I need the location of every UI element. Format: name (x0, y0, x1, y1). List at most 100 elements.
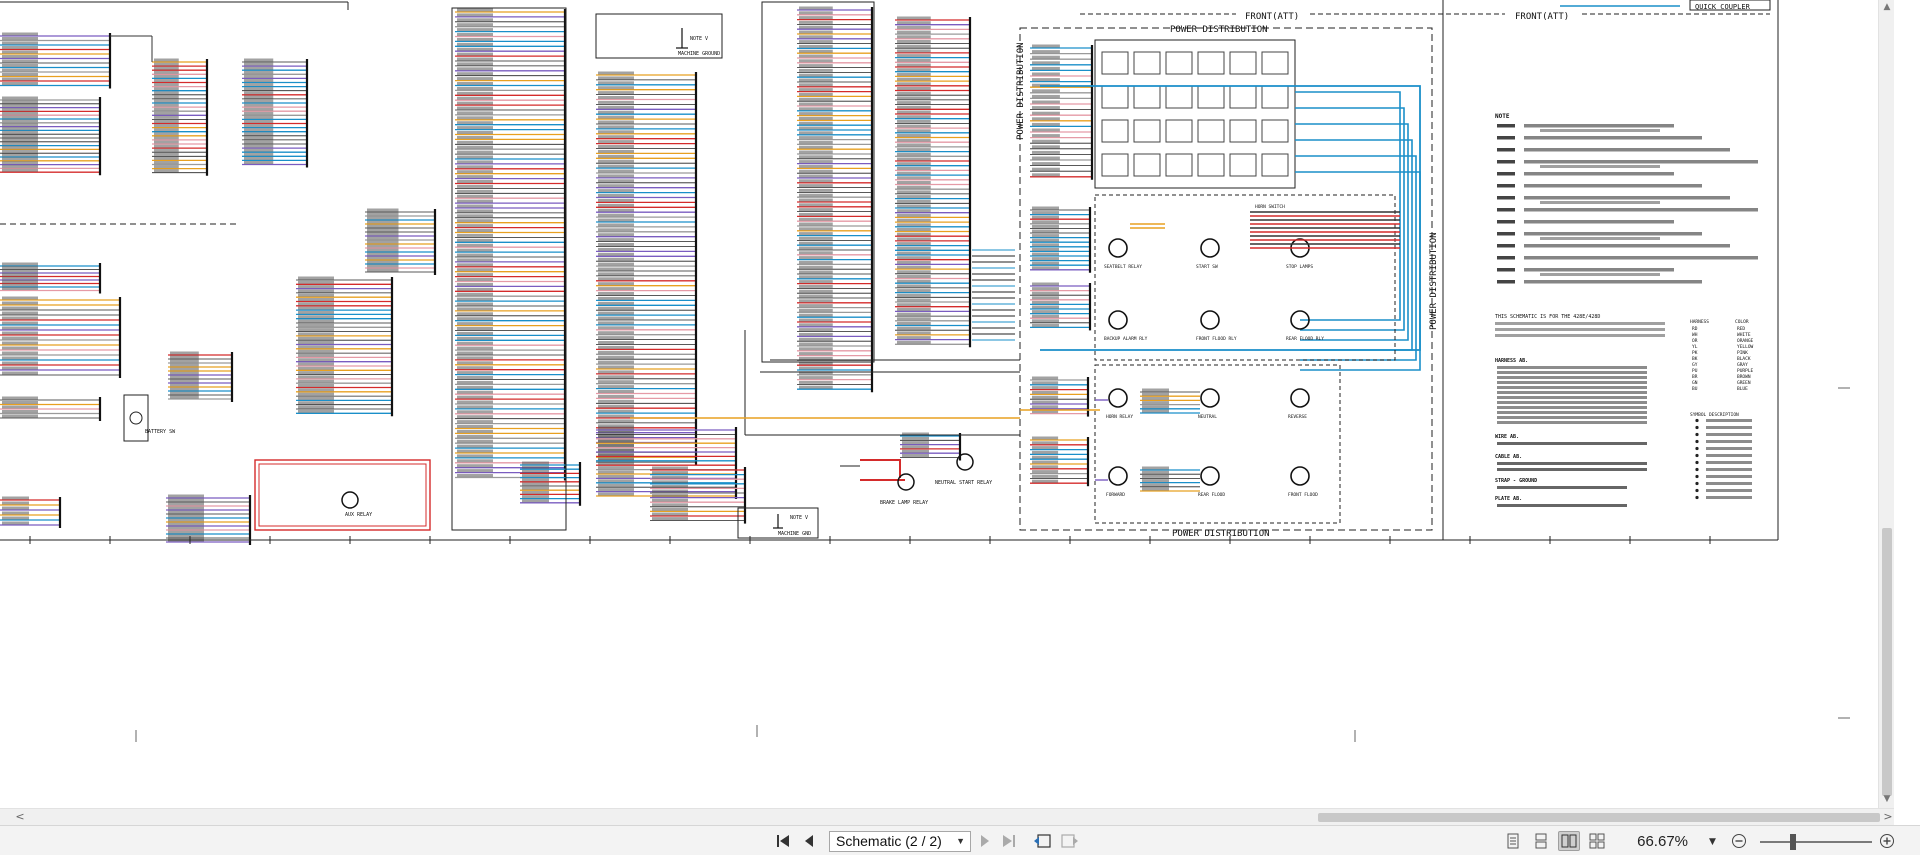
wire-tag (799, 217, 833, 221)
wire-tag (799, 193, 833, 197)
color-name: GRAY (1737, 362, 1748, 368)
wire-tag (897, 44, 931, 48)
zoom-dropdown-icon[interactable]: ▼ (1709, 832, 1716, 852)
continuous-facing-view-button[interactable] (1586, 831, 1608, 851)
wire-tag (2, 283, 38, 287)
symbol-glyph (1695, 481, 1699, 486)
color-name: GREEN (1737, 380, 1751, 386)
wire-tag (2, 68, 38, 72)
schematic-label: BRAKE LAMP RELAY (880, 500, 928, 506)
wire-tag (298, 336, 334, 340)
wire-tag (168, 518, 204, 522)
wire-tag (2, 361, 38, 365)
wire-tag (170, 379, 199, 383)
wire-tag (2, 269, 38, 273)
horizontal-scrollbar[interactable]: < > (0, 808, 1894, 825)
wire-tag (298, 289, 334, 293)
wire-tag (799, 342, 833, 346)
symbol-glyph (1695, 432, 1699, 437)
wire-tag (2, 134, 38, 138)
document-canvas[interactable]: BATTERY SW AUX RELAY NOTE V MACHINE GROUND N… (0, 0, 1878, 808)
schematic-label: FRONT FLOOD RLY (1196, 336, 1237, 342)
wire-tag (1032, 257, 1059, 261)
wire-tag (1032, 122, 1060, 126)
wire-tag (1032, 296, 1059, 300)
wire-tag (799, 352, 833, 356)
fuse-slot (1165, 153, 1193, 177)
last-page-icon (1003, 835, 1015, 847)
wire-tag (1032, 44, 1060, 48)
wire-tag (598, 375, 634, 379)
relay-icon (1108, 310, 1128, 330)
wire-tag (1032, 400, 1059, 404)
wire-tag (598, 154, 634, 158)
wire-tag (298, 276, 334, 280)
zoom-in-button[interactable] (1876, 831, 1898, 851)
wire-tag (298, 302, 334, 306)
scroll-up-icon[interactable]: ▲ (1882, 2, 1892, 12)
fuse-slot (1261, 51, 1289, 75)
wire-tag (799, 164, 833, 168)
wire-tag (1032, 89, 1060, 93)
color-code: PU (1692, 368, 1698, 374)
fuse-slot (1133, 85, 1161, 109)
fuse-slot (1197, 51, 1225, 75)
wire-tag (298, 379, 334, 383)
wire-tag (799, 169, 833, 173)
wire-tag (902, 449, 929, 453)
wire-tag (154, 79, 179, 82)
wire-tag (457, 361, 493, 365)
previous-page-button[interactable] (798, 831, 820, 851)
wire-tag (598, 238, 634, 242)
wire-tag (799, 54, 833, 58)
vertical-scroll-thumb[interactable] (1882, 528, 1892, 796)
wire-tag (457, 243, 493, 247)
wire-tag (897, 72, 931, 76)
wire-tag (244, 156, 274, 160)
scroll-down-icon[interactable]: ▼ (1882, 794, 1892, 804)
wire-tag (897, 326, 931, 330)
wire-tag (799, 380, 833, 384)
scroll-right-icon[interactable]: > (1882, 811, 1894, 823)
power-distribution-label: POWER DISTRIBUTION (1429, 232, 1439, 330)
wire-tag (1032, 450, 1059, 454)
connector-block-b (242, 58, 309, 168)
wire-tag (897, 298, 931, 302)
continuous-view-button[interactable] (1530, 831, 1552, 851)
right-gutter (1894, 0, 1920, 808)
go-forward-view-button[interactable] (1058, 831, 1080, 851)
wire-tag (897, 256, 931, 260)
note-text (1495, 322, 1665, 325)
wire-tag (799, 304, 833, 308)
horizontal-scroll-thumb[interactable] (1318, 813, 1880, 822)
go-back-view-button[interactable] (1032, 831, 1054, 851)
next-page-button[interactable] (974, 831, 996, 851)
wire-tag (652, 507, 688, 511)
wire-tag (170, 363, 199, 367)
wire-tag (598, 296, 634, 300)
wire-tag (522, 482, 549, 486)
facing-view-button[interactable] (1558, 831, 1580, 851)
wire-tag (799, 112, 833, 116)
last-page-button[interactable] (998, 831, 1020, 851)
vertical-scrollbar[interactable]: ▲ ▼ (1878, 0, 1894, 808)
wire-tag (457, 390, 493, 394)
scroll-left-icon[interactable]: < (14, 811, 26, 823)
wire-tag (367, 228, 399, 232)
zoom-slider-thumb[interactable] (1790, 834, 1796, 850)
wire-tag (2, 46, 38, 49)
wire-tag (897, 119, 931, 123)
wire-tag (1032, 106, 1060, 110)
wire-tag (457, 444, 493, 448)
zoom-out-button[interactable] (1728, 831, 1750, 851)
wire-tag (522, 469, 549, 473)
single-page-view-button[interactable] (1502, 831, 1524, 851)
zoom-slider-track[interactable] (1760, 841, 1872, 843)
page-selector[interactable]: Schematic (2 / 2) ▼ (829, 831, 971, 852)
zoom-level[interactable]: 66.67% (1612, 832, 1688, 852)
wire-tag (168, 514, 204, 518)
wire (860, 459, 905, 481)
wire-tag (1032, 261, 1059, 265)
wire-tag (598, 365, 634, 369)
first-page-button[interactable] (772, 831, 794, 851)
